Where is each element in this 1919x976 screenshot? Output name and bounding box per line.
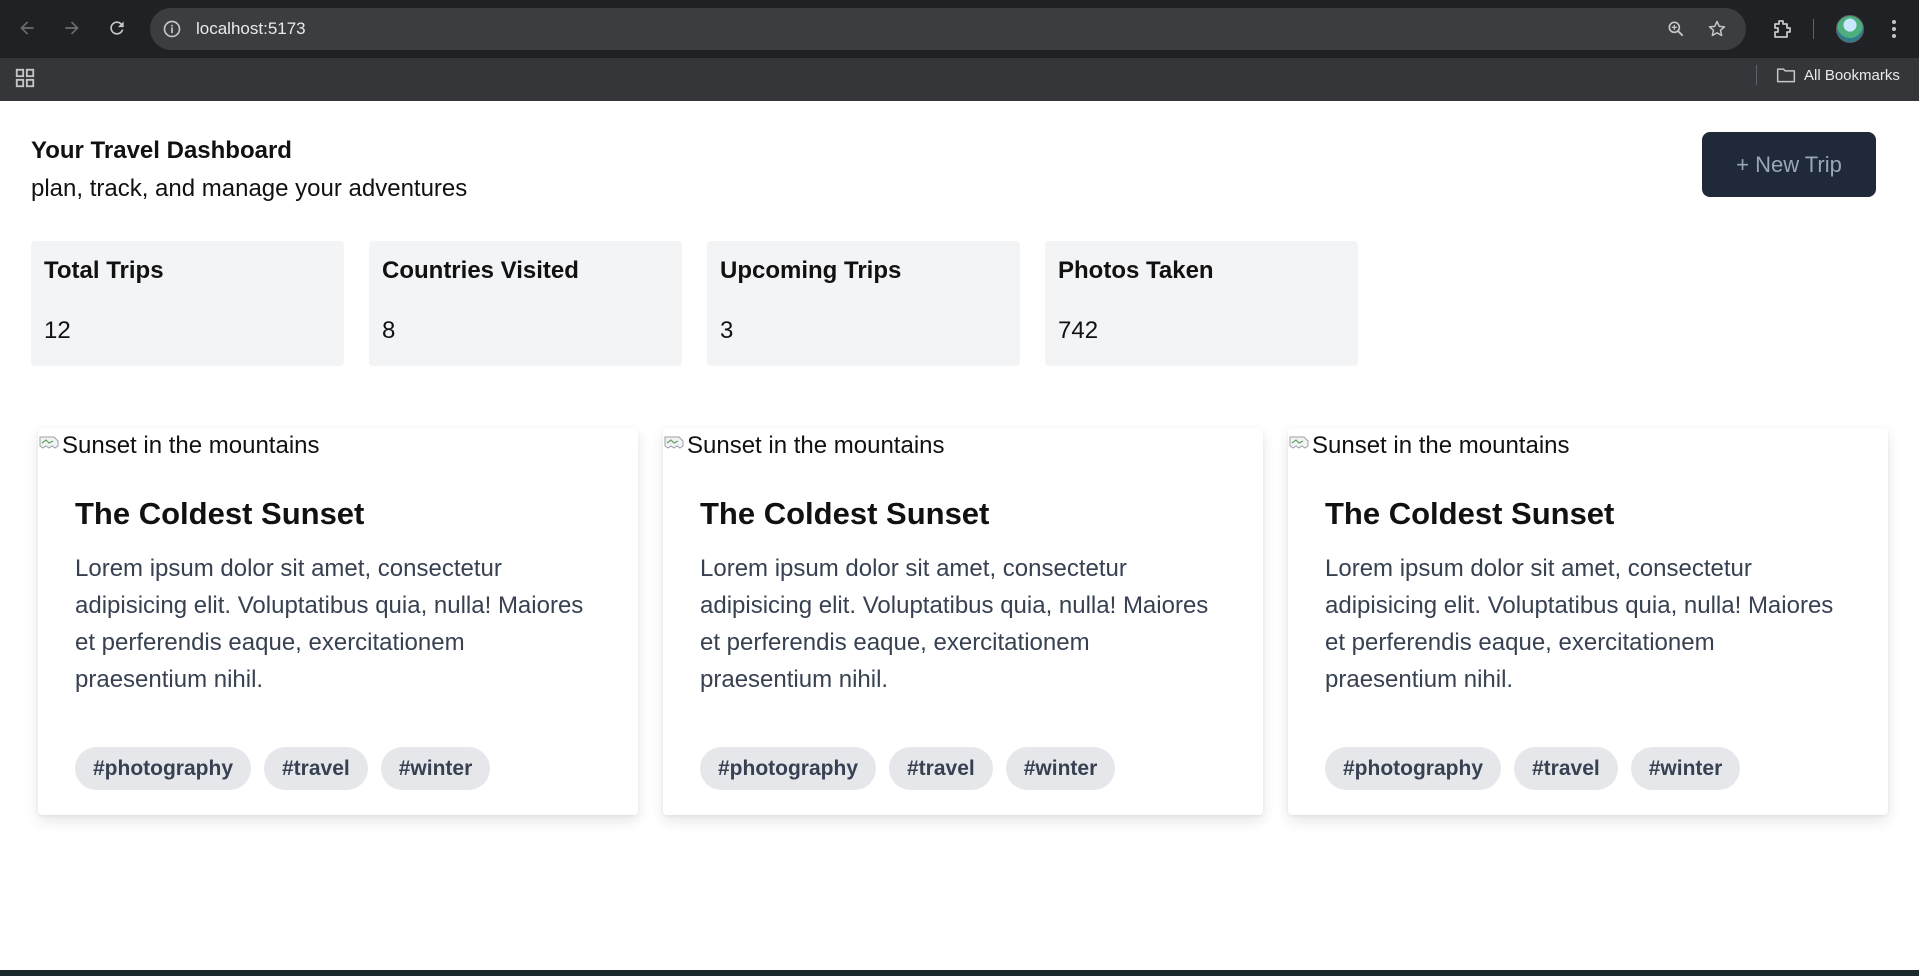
all-bookmarks-label: All Bookmarks bbox=[1804, 66, 1900, 84]
reload-button[interactable] bbox=[101, 12, 133, 44]
broken-image-icon bbox=[664, 436, 684, 449]
card-description: Lorem ipsum dolor sit amet, consectetur … bbox=[1325, 555, 1834, 693]
stat-card-total-trips: Total Trips 12 bbox=[31, 241, 344, 366]
card-description: Lorem ipsum dolor sit amet, consectetur … bbox=[75, 555, 584, 693]
page-title: Your Travel Dashboard bbox=[31, 137, 292, 164]
tag-travel[interactable]: #travel bbox=[264, 747, 368, 790]
back-button[interactable] bbox=[11, 12, 43, 44]
apps-grid-icon[interactable] bbox=[14, 67, 36, 89]
card-description: Lorem ipsum dolor sit amet, consectetur … bbox=[700, 555, 1209, 693]
tag-winter[interactable]: #winter bbox=[1005, 747, 1116, 790]
folder-icon bbox=[1776, 68, 1796, 83]
tag-list: #photography #travel #winter bbox=[1325, 747, 1741, 790]
trip-card[interactable]: Sunset in the mountains The Coldest Suns… bbox=[38, 428, 638, 815]
trip-card[interactable]: Sunset in the mountains The Coldest Suns… bbox=[1288, 428, 1888, 815]
stat-value: 742 bbox=[1058, 317, 1099, 344]
image-alt-text: Sunset in the mountains bbox=[1312, 432, 1570, 459]
stat-value: 3 bbox=[720, 317, 734, 344]
stat-label: Photos Taken bbox=[1058, 257, 1214, 284]
dashboard-page: Your Travel Dashboard plan, track, and m… bbox=[0, 101, 1919, 970]
more-menu-icon[interactable] bbox=[1882, 17, 1906, 41]
tag-photography[interactable]: #photography bbox=[700, 747, 876, 790]
stat-label: Countries Visited bbox=[382, 257, 579, 284]
stat-card-countries-visited: Countries Visited 8 bbox=[369, 241, 682, 366]
trip-image-broken: Sunset in the mountains bbox=[38, 428, 320, 464]
stats-row: Total Trips 12 Countries Visited 8 Upcom… bbox=[31, 241, 1358, 366]
tag-travel[interactable]: #travel bbox=[1514, 747, 1618, 790]
stat-label: Total Trips bbox=[44, 257, 164, 284]
stat-card-upcoming-trips: Upcoming Trips 3 bbox=[707, 241, 1020, 366]
tag-winter[interactable]: #winter bbox=[1630, 747, 1741, 790]
new-trip-button[interactable]: + New Trip bbox=[1702, 132, 1876, 197]
image-alt-text: Sunset in the mountains bbox=[62, 432, 320, 459]
browser-toolbar: localhost:5173 bbox=[0, 0, 1919, 58]
extensions-icon[interactable] bbox=[1770, 17, 1794, 41]
url-text[interactable]: localhost:5173 bbox=[196, 19, 306, 39]
site-info-icon[interactable] bbox=[162, 19, 182, 39]
page-subtitle: plan, track, and manage your adventures bbox=[31, 175, 468, 202]
toolbar-divider bbox=[1813, 19, 1814, 39]
broken-image-icon bbox=[39, 436, 59, 449]
card-title: The Coldest Sunset bbox=[1325, 496, 1615, 531]
card-title: The Coldest Sunset bbox=[75, 496, 365, 531]
bookmarks-bar bbox=[0, 58, 1919, 101]
stat-label: Upcoming Trips bbox=[720, 257, 902, 284]
all-bookmarks-button[interactable]: All Bookmarks bbox=[1776, 64, 1900, 86]
reload-icon bbox=[110, 21, 124, 35]
address-bar[interactable]: localhost:5173 bbox=[150, 8, 1746, 50]
trip-image-broken: Sunset in the mountains bbox=[1288, 428, 1570, 464]
stat-card-photos-taken: Photos Taken 742 bbox=[1045, 241, 1358, 366]
arrow-right-icon bbox=[65, 21, 79, 35]
tag-list: #photography #travel #winter bbox=[700, 747, 1116, 790]
forward-button[interactable] bbox=[56, 12, 88, 44]
image-alt-text: Sunset in the mountains bbox=[687, 432, 945, 459]
tag-winter[interactable]: #winter bbox=[380, 747, 491, 790]
bookmarks-divider bbox=[1756, 65, 1757, 85]
trip-card[interactable]: Sunset in the mountains The Coldest Suns… bbox=[663, 428, 1263, 815]
tag-travel[interactable]: #travel bbox=[889, 747, 993, 790]
broken-image-icon bbox=[1289, 436, 1309, 449]
zoom-icon[interactable] bbox=[1666, 19, 1686, 39]
taskbar-edge bbox=[0, 970, 1919, 976]
trip-cards: Sunset in the mountains The Coldest Suns… bbox=[38, 428, 1888, 815]
stat-value: 8 bbox=[382, 317, 396, 344]
tag-list: #photography #travel #winter bbox=[75, 747, 491, 790]
tag-photography[interactable]: #photography bbox=[1325, 747, 1501, 790]
arrow-left-icon bbox=[20, 21, 34, 35]
profile-avatar[interactable] bbox=[1836, 15, 1864, 43]
card-title: The Coldest Sunset bbox=[700, 496, 990, 531]
bookmark-star-icon[interactable] bbox=[1707, 19, 1727, 39]
tag-photography[interactable]: #photography bbox=[75, 747, 251, 790]
stat-value: 12 bbox=[44, 317, 71, 344]
trip-image-broken: Sunset in the mountains bbox=[663, 428, 945, 464]
